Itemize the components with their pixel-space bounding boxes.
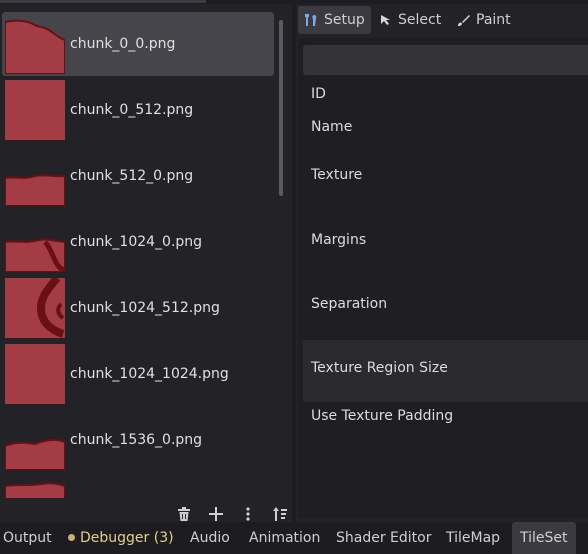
property-name: Name (311, 119, 353, 135)
list-item[interactable]: chunk_0_0.png (2, 12, 274, 76)
thumbnail-image (5, 482, 65, 498)
thumbnail-image (5, 19, 65, 74)
atlas-file-list: chunk_0_0.png chunk_0_512.png chunk_512_… (0, 12, 275, 498)
panel-splitter[interactable] (292, 0, 296, 522)
list-item-label: chunk_1536_0.png (70, 432, 203, 448)
list-item[interactable]: chunk_1024_1024.png (2, 342, 274, 406)
tab-paint[interactable]: Paint (451, 6, 517, 34)
property-texture-region-size: Texture Region Size (311, 360, 448, 376)
bottom-tab-shader-editor[interactable]: Shader Editor (336, 522, 431, 554)
property-id: ID (311, 86, 326, 102)
trash-icon (178, 507, 190, 521)
property-filter-input[interactable] (303, 45, 588, 75)
bottom-panel-tabs: Output Debugger (3) Audio Animation Shad… (0, 522, 588, 554)
list-item-label: chunk_1024_1024.png (70, 366, 229, 382)
tab-setup[interactable]: Setup (298, 6, 371, 34)
tab-select-label: Select (398, 12, 442, 28)
list-item[interactable] (2, 474, 274, 498)
kebab-menu-icon (246, 507, 250, 521)
cursor-icon (381, 15, 390, 25)
list-item-label: chunk_1024_0.png (70, 234, 203, 250)
bottom-tab-output[interactable]: Output (3, 522, 52, 554)
list-item-label: chunk_1024_512.png (70, 300, 220, 316)
tab-setup-label: Setup (324, 12, 365, 28)
bottom-tab-tileset[interactable]: TileSet (512, 522, 576, 554)
property-separation: Separation (311, 296, 388, 312)
bottom-tab-debugger[interactable]: Debugger (3) (68, 522, 174, 554)
tab-select[interactable]: Select (374, 6, 447, 34)
property-texture: Texture (311, 167, 363, 183)
list-item[interactable]: chunk_512_0.png (2, 144, 274, 208)
thumbnail-image (5, 238, 65, 272)
list-item-label: chunk_0_0.png (70, 36, 176, 52)
tileset-mode-tabs: Setup Select Paint (296, 4, 588, 36)
list-item[interactable]: chunk_1536_0.png (2, 408, 274, 472)
atlas-list-panel: chunk_0_0.png chunk_0_512.png chunk_512_… (0, 8, 290, 522)
list-item[interactable]: chunk_0_512.png (2, 78, 274, 142)
thumbnail-image (5, 278, 65, 338)
sort-icon (273, 507, 287, 521)
plus-icon (209, 507, 223, 521)
list-item-label: chunk_0_512.png (70, 102, 194, 118)
property-margins: Margins (311, 232, 367, 248)
bottom-tab-audio[interactable]: Audio (190, 522, 230, 554)
list-item[interactable]: chunk_1024_512.png (2, 276, 274, 340)
brush-icon (458, 14, 470, 26)
list-item[interactable]: chunk_1024_0.png (2, 210, 274, 274)
top-strip-highlight (0, 0, 206, 3)
list-scrollbar[interactable] (279, 20, 283, 196)
thumbnail-image (5, 438, 65, 470)
property-use-texture-padding: Use Texture Padding (311, 408, 454, 424)
thumbnail-image (5, 80, 65, 140)
tab-paint-label: Paint (476, 12, 511, 28)
thumbnail-image (5, 174, 65, 206)
debugger-status-dot (68, 534, 75, 541)
list-item-label: chunk_512_0.png (70, 168, 194, 184)
bottom-tab-animation[interactable]: Animation (249, 522, 320, 554)
inspector-panel: ID Name Texture Margins Separation Textu… (298, 38, 588, 518)
bottom-tab-debugger-label: Debugger (3) (80, 530, 174, 546)
thumbnail-image (5, 344, 65, 404)
bottom-tab-tilemap[interactable]: TileMap (446, 522, 500, 554)
tools-icon (305, 14, 317, 26)
